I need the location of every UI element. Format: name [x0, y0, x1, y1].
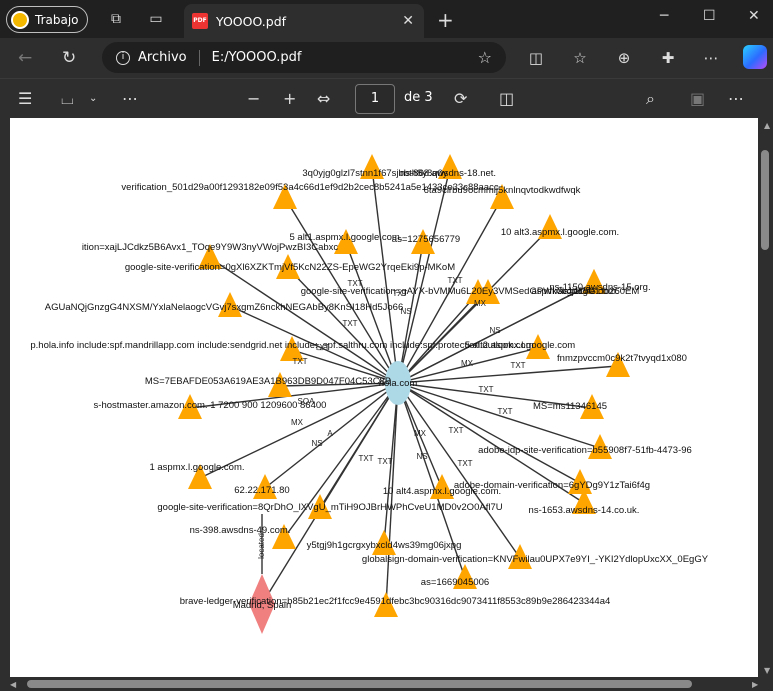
workspaces-icon[interactable]: ⧉	[107, 10, 125, 28]
graph-labels: TXTSOAMXNSATXT TXTMXNSTXTTXTTXTTXTTXTMXNS…	[30, 168, 708, 611]
highlight-icon[interactable]: ⌴	[61, 89, 74, 109]
graph-node-label: ns-1150.awsdns-15.org.	[549, 282, 650, 293]
graph-node-label: as=1275656779	[392, 234, 460, 245]
graph-node-label: fnmzpvccm0c9k2t7tvyqd1x080	[557, 353, 687, 364]
back-icon[interactable]: ←	[18, 48, 32, 68]
graph-node-label: MS=ms11346145	[533, 401, 607, 412]
graph-node-label: globalsign-domain-verification=KNVFwilau…	[362, 554, 709, 565]
graph-node-label: as=1669045006	[421, 577, 489, 588]
graph-node-label: ns-398.awsdns-49.com.	[190, 525, 291, 536]
profile-label: Trabajo	[35, 12, 79, 27]
tab-actions-icon[interactable]: ▭	[147, 10, 165, 28]
graph-node-label: ition=xajLJCdkz5B6Avx1_TOqe9Y9W3nyVWojPw…	[82, 242, 339, 253]
graph-node-label: y5tgj9h1gcrgxybxcld4ws39mg06jxpg	[307, 540, 462, 551]
graph-node-label: MS=7EBAFDE053A619AE3A1B963DB9D047F04C53C…	[145, 376, 391, 387]
address-scheme-label: Archivo	[138, 50, 187, 65]
pdf-more-icon[interactable]: ⋯	[728, 89, 744, 109]
highlight-dropdown-icon[interactable]: ⌄	[89, 89, 97, 109]
search-icon[interactable]: ⌕	[646, 89, 655, 109]
vertical-scrollbar[interactable]	[761, 150, 769, 250]
scroll-down-icon[interactable]: ▼	[764, 666, 770, 675]
graph-node-label: 10 alt3.aspmx.l.google.com.	[501, 227, 619, 238]
close-tab-icon[interactable]: ✕	[402, 13, 414, 29]
scroll-up-icon[interactable]: ▲	[764, 121, 770, 130]
graph-node-label: ns-868.awsdns-18.net.	[400, 168, 496, 179]
graph-node-label: google-site-verification=0gXl6XZKTmjVf5K…	[125, 262, 455, 273]
graph-node-label: ns-1653.awsdns-14.co.uk.	[529, 505, 640, 516]
graph-edge-label: TXT	[377, 457, 392, 466]
more-tools-icon[interactable]: ⋯	[122, 89, 138, 109]
tab-title: YOOOO.pdf	[216, 13, 287, 29]
address-bar[interactable]: i Archivo E:/YOOOO.pdf ☆	[102, 42, 506, 73]
graph-edge-label: TXT	[447, 276, 462, 285]
graph-edge-label: TXT	[510, 361, 525, 370]
graph-edge-label: NS	[416, 452, 427, 461]
address-path: E:/YOOOO.pdf	[211, 50, 302, 65]
graph-edge-label: TXT	[342, 319, 357, 328]
graph-edge-label: TXT	[497, 407, 512, 416]
graph-node-label: 6ta9clrbu9ocmmij5knlnqvtodkwdfwqk	[424, 185, 581, 196]
save-icon[interactable]: ▣	[690, 89, 705, 109]
graph-edge-label: A	[327, 429, 333, 438]
avatar	[11, 10, 29, 29]
tab-yoooo-pdf[interactable]: PDF YOOOO.pdf ✕	[184, 4, 424, 38]
fit-width-icon[interactable]: ⇔	[317, 89, 330, 109]
graph-node-label: 1 aspmx.l.google.com.	[149, 462, 244, 473]
graph-node-label: google-site-verification=8QrDhO_lXVgU_mT…	[157, 502, 502, 513]
pdf-viewer[interactable]: TXT SOA MX NS A TXT TXT MX NS TXT TXT TXT TXT TXT MX NS…	[0, 118, 773, 691]
scroll-right-icon[interactable]: ▶	[752, 680, 758, 689]
graph-node-label: s-hostmaster.amazon.com. 1 7200 900 1209…	[94, 400, 327, 411]
address-separator	[198, 49, 200, 66]
graph-edge-label: NS	[489, 326, 500, 335]
page-view-icon[interactable]: ◫	[499, 89, 514, 109]
graph-edge-label: MX	[474, 299, 487, 308]
horizontal-scrollbar[interactable]	[27, 680, 692, 688]
favorite-star-icon[interactable]: ☆	[478, 48, 492, 67]
graph-node-label: p.hola.info include:spf.mandrillapp.com …	[30, 340, 533, 351]
profile-button[interactable]: Trabajo	[6, 6, 88, 33]
pdf-page: TXT SOA MX NS A TXT TXT MX NS TXT TXT TXT TXT TXT MX NS…	[10, 118, 758, 677]
graph-edge-label: TXT	[358, 454, 373, 463]
title-bar: Trabajo ⧉ ▭ PDF YOOOO.pdf ✕ + ─ ☐ ✕	[0, 0, 773, 38]
close-window-icon[interactable]: ✕	[748, 8, 760, 24]
address-toolbar: ← ↻ i Archivo E:/YOOOO.pdf ☆ ◫ ☆ ⊕ ✚ ⋯	[0, 38, 773, 78]
new-tab-button[interactable]: +	[437, 8, 454, 32]
graph-edge-label: TXT	[457, 459, 472, 468]
collections-icon[interactable]: ⊕	[614, 48, 634, 68]
contents-icon[interactable]: ☰	[18, 89, 32, 109]
maximize-icon[interactable]: ☐	[703, 8, 716, 24]
copilot-icon[interactable]	[743, 45, 767, 69]
graph-edge-label: TXT	[448, 426, 463, 435]
refresh-icon[interactable]: ↻	[62, 48, 76, 68]
graph-node-label: AGUaNQjGnzgG4NXSM/YxlaNelaogcVGvj7sxgmZ6…	[45, 302, 404, 313]
graph-edge-label: MX	[291, 418, 304, 427]
zoom-out-icon[interactable]: −	[247, 89, 260, 109]
graph-edge-label: MX	[414, 429, 427, 438]
extensions-icon[interactable]: ✚	[658, 48, 678, 68]
split-screen-icon[interactable]: ◫	[526, 48, 546, 68]
pdf-file-icon: PDF	[192, 13, 208, 29]
pdf-toolbar: ☰ ⌴ ⌄ ⋯ − + ⇔ 1 de 3 ⟳ ◫ ⌕ ▣ ⋯	[0, 78, 773, 118]
favorites-icon[interactable]: ☆	[570, 48, 590, 68]
graph-node-label: adobe-idp-site-verification=b55908f7-51f…	[478, 445, 692, 456]
graph-node-label: 62.22.171.80	[234, 485, 289, 496]
graph-center-label: hola.com	[379, 378, 418, 389]
graph-node-label: 10 alt4.aspmx.l.google.com.	[383, 486, 501, 497]
graph-edge-label: MX	[461, 359, 474, 368]
graph-node-label: 5 alt2.aspmx.l.google.com	[465, 340, 575, 351]
page-total: de 3	[404, 90, 433, 105]
scroll-left-icon[interactable]: ◀	[10, 680, 16, 689]
graph-node-label: Madrid, Spain	[233, 600, 292, 611]
more-menu-icon[interactable]: ⋯	[701, 48, 721, 68]
rotate-icon[interactable]: ⟳	[454, 89, 467, 109]
page-number-input[interactable]: 1	[355, 84, 395, 114]
graph-edge-label: TXT	[478, 385, 493, 394]
graph-edge-label: NS	[311, 439, 322, 448]
located-edge-label: located	[257, 533, 266, 559]
info-icon[interactable]: i	[116, 50, 130, 65]
zoom-in-icon[interactable]: +	[283, 89, 296, 109]
graph-edge-label: TXT	[292, 357, 307, 366]
minimize-icon[interactable]: ─	[660, 8, 668, 24]
network-graph: TXTSOAMXNSATXT TXTMXNSTXTTXTTXTTXTTXTMXNS…	[30, 154, 709, 634]
